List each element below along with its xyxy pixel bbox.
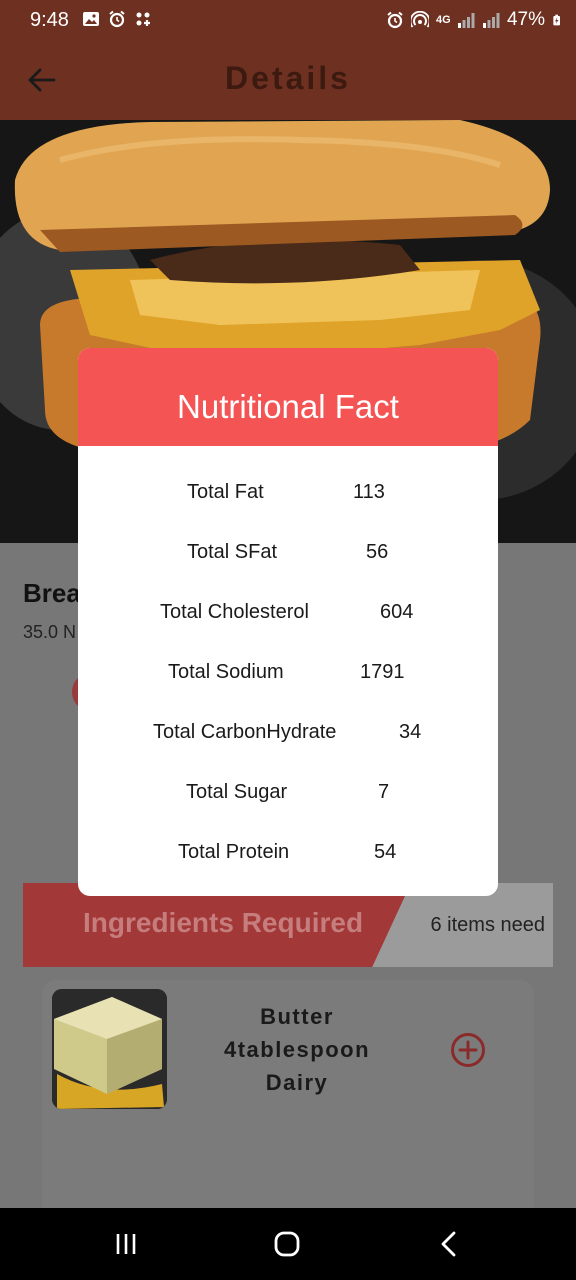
food-name: Brea — [23, 578, 81, 608]
fact-label: Total CarbonHydrate — [153, 721, 337, 743]
fact-row-protein: Total Protein 54 — [78, 841, 498, 871]
battery-charging-icon — [553, 14, 560, 26]
butter-photo — [52, 989, 167, 1109]
fact-row-sfat: Total SFat 56 — [78, 541, 498, 571]
fact-value: 34 — [399, 721, 422, 743]
system-icons: 4G 47% — [386, 9, 564, 31]
recent-apps-icon — [116, 1234, 136, 1254]
fact-row-sugar: Total Sugar 7 — [78, 781, 498, 811]
fact-row-sodium: Total Sodium 1791 — [78, 661, 498, 691]
fact-value: 1791 — [360, 661, 405, 683]
navigation-bar — [0, 1208, 576, 1280]
gallery-icon — [83, 12, 99, 26]
fact-row-carbohydrate: Total CarbonHydrate 34 — [78, 721, 498, 751]
home-button[interactable] — [271, 1230, 303, 1258]
recent-apps-button[interactable] — [110, 1230, 142, 1258]
dialog-header: Nutritional Fact — [78, 348, 498, 446]
ingredient-details: Butter 4tablespoon Dairy — [192, 1000, 402, 1099]
signal-icon-2 — [482, 13, 500, 28]
food-subtitle: 35.0 N — [23, 622, 77, 642]
add-circle-icon[interactable] — [450, 1032, 486, 1068]
home-icon — [274, 1231, 300, 1257]
signal-icon — [457, 13, 475, 28]
chevron-left-icon — [441, 1231, 456, 1257]
nutritional-fact-dialog: Nutritional Fact Total Fat 113 Total SFa… — [78, 348, 498, 896]
fact-label: Total Protein — [178, 841, 290, 863]
dialog-title: Nutritional Fact — [177, 388, 399, 425]
page-title: Details — [225, 60, 351, 96]
hotspot-icon — [410, 11, 429, 28]
ingredient-name: Butter — [260, 1004, 334, 1029]
fact-label: Total Sugar — [186, 781, 288, 803]
fact-value: 604 — [380, 601, 414, 623]
app-bar: Details — [0, 42, 576, 120]
battery-percent: 47% — [506, 9, 545, 30]
fact-label: Total Sodium — [168, 661, 284, 683]
notification-icons — [82, 10, 152, 28]
fact-label: Total SFat — [187, 541, 278, 563]
alarm-icon — [109, 10, 125, 28]
fact-value: 54 — [374, 841, 397, 863]
fact-label: Total Fat — [187, 481, 264, 503]
network-type-label: 4G — [435, 14, 451, 26]
ingredient-image — [52, 989, 167, 1109]
fact-row-fat: Total Fat 113 — [78, 481, 498, 511]
ingredients-title: Ingredients Required — [83, 907, 364, 938]
fact-value: 56 — [366, 541, 389, 563]
status-bar: 9:48 4G 47% — [0, 0, 576, 42]
alarm-icon — [387, 11, 403, 29]
ingredient-quantity: 4tablespoon — [223, 1037, 371, 1062]
apps-grid-icon — [136, 12, 150, 26]
system-back-button[interactable] — [433, 1230, 465, 1258]
fact-row-cholesterol: Total Cholesterol 604 — [78, 601, 498, 631]
fact-value: 113 — [353, 481, 385, 503]
fact-label: Total Cholesterol — [160, 601, 309, 623]
ingredient-category: Dairy — [265, 1070, 329, 1095]
ingredients-count: 6 items need — [430, 914, 545, 936]
status-time: 9:48 — [30, 9, 69, 31]
fact-value: 7 — [378, 781, 390, 803]
ingredient-card[interactable]: Butter 4tablespoon Dairy — [42, 980, 534, 1220]
